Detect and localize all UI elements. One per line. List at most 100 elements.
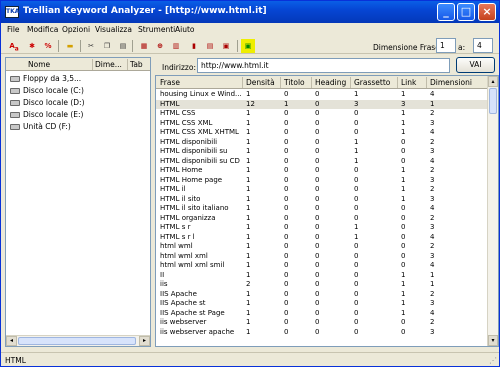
explorer-col-name[interactable]: Nome [28, 60, 50, 69]
table-cell: IIS Apache st Page [160, 308, 225, 317]
column-divider[interactable] [397, 77, 398, 88]
column-divider[interactable] [242, 77, 243, 88]
table-row[interactable]: html wml 1 0 0 0 0 2 [156, 242, 488, 251]
column-divider[interactable] [127, 59, 128, 70]
go-button[interactable]: VAI [456, 57, 495, 73]
folder-open-icon[interactable]: ▬ [63, 39, 77, 53]
table-row[interactable]: html wml xml smil 1 0 0 0 0 4 [156, 261, 488, 270]
table-row[interactable]: HTML disponibili 1 0 0 1 0 2 [156, 138, 488, 147]
col-header-grassetto[interactable]: Grassetto [354, 78, 390, 87]
table-row[interactable]: iis webserver apache 1 0 0 0 0 3 [156, 328, 488, 337]
table-cell: 1 [246, 166, 251, 174]
paste-icon[interactable]: ▤ [116, 39, 130, 53]
drive-item-d[interactable]: Disco locale (D:) [10, 98, 85, 109]
column-divider[interactable] [426, 77, 427, 88]
table-cell: 0 [354, 128, 359, 136]
table-row[interactable]: HTML Home page 1 0 0 0 1 3 [156, 176, 488, 185]
col-header-frase[interactable]: Frase [160, 78, 180, 87]
column-divider[interactable] [350, 77, 351, 88]
table-row[interactable]: housing Linux e Wind... 1 0 0 1 1 4 [156, 90, 488, 99]
table-row[interactable]: HTML CSS XML XHTML 1 0 0 0 1 4 [156, 128, 488, 137]
table-row[interactable]: HTML CSS XML 1 0 0 0 1 3 [156, 119, 488, 128]
table-row[interactable]: IIS Apache st Page 1 0 0 0 1 4 [156, 309, 488, 318]
table-cell: HTML il [160, 185, 186, 193]
copy-icon[interactable]: ❐ [100, 39, 114, 53]
scroll-thumb[interactable] [18, 337, 136, 345]
table-cell: 1 [401, 128, 406, 136]
table-row[interactable]: HTML disponibili su 1 0 0 1 0 3 [156, 147, 488, 156]
menu-modifica[interactable]: Modifica [27, 25, 58, 34]
col-header-densita[interactable]: Densità [246, 78, 275, 87]
drive-item-c[interactable]: Disco locale (C:) [10, 86, 84, 97]
scroll-right-icon[interactable]: ▸ [139, 336, 150, 346]
scroll-left-icon[interactable]: ◂ [6, 336, 17, 346]
pin-icon[interactable]: ✱ [25, 39, 39, 53]
column-divider[interactable] [280, 77, 281, 88]
table-row[interactable]: HTML il sito 1 0 0 0 1 3 [156, 195, 488, 204]
menu-visualizza[interactable]: Visualizza [95, 25, 132, 34]
table-row[interactable]: html wml xml 1 0 0 0 0 3 [156, 252, 488, 261]
target-icon[interactable]: ⊕ [153, 39, 167, 53]
scroll-down-icon[interactable]: ▾ [488, 335, 498, 346]
col-header-heading[interactable]: Heading [315, 78, 346, 87]
table-row[interactable]: HTML CSS 1 0 0 0 1 2 [156, 109, 488, 118]
explorer-col-size[interactable]: Dime... [95, 60, 122, 69]
hard-drive-icon [10, 112, 20, 118]
maximize-button[interactable]: □ [457, 3, 475, 21]
col-header-titolo[interactable]: Titolo [284, 78, 305, 87]
menu-aiuto[interactable]: Aiuto [175, 25, 195, 34]
drive-item-cd[interactable]: Unità CD (F:) [10, 122, 71, 133]
table-row[interactable]: HTML disponibili su CD 1 0 0 1 0 4 [156, 157, 488, 166]
cut-icon[interactable]: ✂ [84, 39, 98, 53]
table-row[interactable]: IIS Apache st 1 0 0 0 1 3 [156, 299, 488, 308]
table-cell: 1 [354, 232, 359, 241]
menu-opzioni[interactable]: Opzioni [62, 25, 90, 34]
table-cell: HTML il sito [160, 194, 201, 203]
percent-icon[interactable]: % [41, 39, 55, 53]
table-row[interactable]: HTML organizza 1 0 0 0 0 2 [156, 214, 488, 223]
menu-strumenti[interactable]: Strumenti [138, 25, 175, 34]
table-row[interactable]: HTML il sito italiano 1 0 0 0 0 4 [156, 204, 488, 213]
table-row[interactable]: II 1 0 0 0 1 1 [156, 271, 488, 280]
table-cell: 0 [354, 308, 359, 317]
table-row[interactable]: HTML 12 1 0 3 3 1 [156, 99, 488, 109]
table-cell: 0 [315, 327, 320, 336]
column-divider[interactable] [311, 77, 312, 88]
table-row[interactable]: HTML Home 1 0 0 0 1 2 [156, 166, 488, 175]
close-button[interactable]: × [478, 3, 496, 21]
save-icon[interactable]: ▮ [187, 39, 201, 53]
font-size-icon[interactable]: Aa [7, 39, 21, 53]
table-cell: 0 [401, 213, 406, 222]
image-icon[interactable]: ▣ [219, 39, 233, 53]
table-row[interactable]: HTML s r 1 0 0 1 0 3 [156, 223, 488, 232]
table-row[interactable]: HTML il 1 0 0 0 1 2 [156, 185, 488, 194]
table-row[interactable]: iis 2 0 0 0 1 1 [156, 280, 488, 289]
table-row[interactable]: HTML s r l 1 0 0 1 0 4 [156, 233, 488, 242]
drive-item-e[interactable]: Disco locale (E:) [10, 110, 83, 121]
explorer-col-type[interactable]: Tab [130, 60, 143, 69]
toolbar-separator [237, 40, 238, 52]
col-header-dimensioni[interactable]: Dimensioni [430, 78, 472, 87]
table-row[interactable]: IIS Apache 1 0 0 0 1 2 [156, 290, 488, 299]
col-header-link[interactable]: Link [401, 78, 416, 87]
table-cell: HTML disponibili su [160, 147, 228, 155]
grid-vertical-scrollbar[interactable]: ▴ ▾ [487, 76, 498, 346]
menu-file[interactable]: File [7, 25, 20, 34]
resize-grip-icon[interactable]: ⋰ [489, 356, 497, 365]
scroll-thumb[interactable] [489, 88, 497, 114]
address-input[interactable]: http://www.html.it [197, 58, 450, 73]
scroll-up-icon[interactable]: ▴ [488, 76, 498, 87]
drive-item-floppy[interactable]: Floppy da 3,5... [10, 74, 81, 85]
export-icon[interactable]: ▤ [203, 39, 217, 53]
grid-icon[interactable]: ▦ [137, 39, 151, 53]
table-cell: 0 [284, 318, 289, 326]
title-bar[interactable]: TKA Trellian Keyword Analyzer - [http://… [1, 1, 499, 23]
dimension-from-field[interactable]: 1 [436, 38, 456, 53]
columns-icon[interactable]: ▥ [169, 39, 183, 53]
minimize-button[interactable]: _ [437, 3, 455, 21]
table-row[interactable]: iis webserver 1 0 0 0 0 2 [156, 318, 488, 327]
column-divider[interactable] [92, 59, 93, 70]
explorer-horizontal-scrollbar[interactable]: ◂ ▸ [6, 335, 150, 346]
dimension-to-field[interactable]: 4 [473, 38, 493, 53]
export-green-icon[interactable]: ▣ [241, 39, 255, 53]
